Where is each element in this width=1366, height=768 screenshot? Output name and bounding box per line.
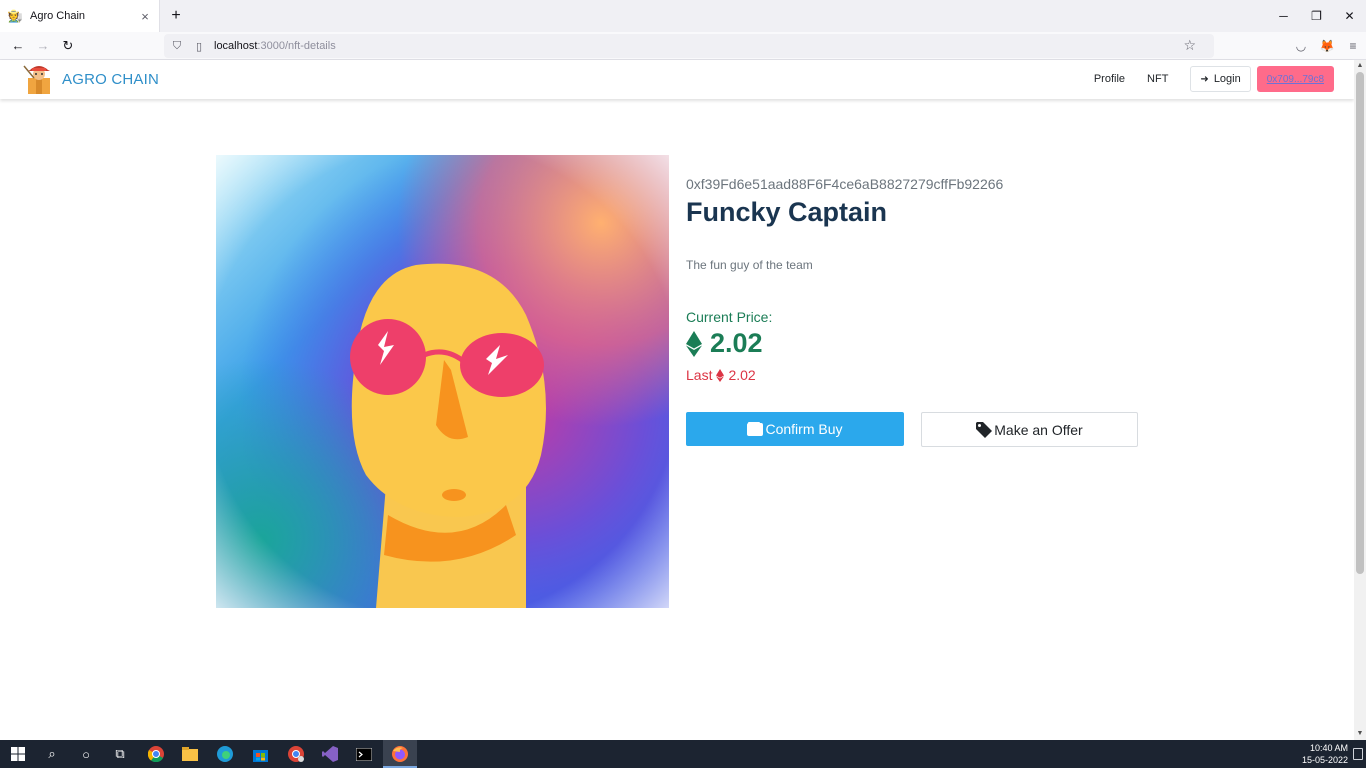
- nft-details: 0xf39Fd6e51aad88F6F4ce6aB8827279cffFb922…: [686, 176, 1146, 447]
- new-tab-button[interactable]: +: [166, 6, 186, 26]
- clock-time: 10:40 AM: [1309, 743, 1348, 753]
- tab-close-icon[interactable]: ×: [135, 9, 155, 24]
- bookmark-star-icon[interactable]: ☆: [1183, 37, 1196, 54]
- pocket-icon[interactable]: ◡: [1288, 39, 1314, 53]
- sign-in-icon: ➜: [1200, 73, 1209, 85]
- last-price-value: 2.02: [728, 367, 756, 383]
- restore-button[interactable]: ❐: [1300, 0, 1333, 32]
- firefox-icon[interactable]: [390, 744, 410, 764]
- tab-title: Agro Chain: [30, 10, 86, 22]
- nft-artwork-image: [216, 155, 669, 608]
- cortana-icon[interactable]: ○: [76, 744, 96, 764]
- nft-title: Funcky Captain: [686, 197, 888, 227]
- browser-toolbar: ← → ↻ ⛉ ▯ localhost:3000/nft-details ☆ ◡…: [0, 32, 1366, 60]
- windows-start-icon[interactable]: [8, 744, 28, 764]
- task-view-icon[interactable]: ⧉: [110, 744, 130, 764]
- edge-icon[interactable]: [215, 744, 235, 764]
- page-scrollbar[interactable]: ▲ ▼: [1354, 60, 1366, 740]
- terminal-icon[interactable]: [354, 744, 374, 764]
- close-window-button[interactable]: ✕: [1333, 0, 1366, 32]
- url-text[interactable]: localhost:3000/nft-details: [214, 40, 336, 52]
- chrome-icon[interactable]: [146, 744, 166, 764]
- login-button[interactable]: ➜ Login: [1190, 66, 1251, 92]
- system-clock[interactable]: 10:40 AM 15-05-2022: [1302, 742, 1348, 766]
- price-value: 2.02: [710, 328, 763, 358]
- page-info-icon[interactable]: ▯: [192, 40, 206, 53]
- scroll-down-icon[interactable]: ▼: [1354, 728, 1366, 740]
- last-price: Last 2.02: [686, 367, 756, 383]
- current-price: 2.02: [686, 328, 763, 359]
- login-label: Login: [1213, 73, 1241, 85]
- url-path: :3000/nft-details: [257, 40, 336, 52]
- current-price-label: Current Price:: [686, 309, 773, 325]
- back-icon[interactable]: ←: [8, 36, 28, 56]
- agro-chain-favicon-icon: 🧑‍🌾: [7, 9, 23, 23]
- forward-icon[interactable]: →: [33, 36, 53, 56]
- wallet-address-button[interactable]: 0x709...79c8: [1256, 66, 1334, 92]
- browser-tab[interactable]: 🧑‍🌾 Agro Chain ×: [0, 0, 160, 32]
- make-offer-button[interactable]: Make an Offer: [921, 412, 1138, 447]
- ethereum-icon: [686, 330, 702, 357]
- tracking-shield-icon[interactable]: ⛉: [170, 40, 184, 53]
- reload-icon[interactable]: ↻: [58, 36, 78, 56]
- farmer-logo-icon: [22, 64, 56, 94]
- chrome-profile-icon[interactable]: [286, 744, 306, 764]
- confirm-buy-button[interactable]: Confirm Buy: [686, 412, 904, 446]
- brand-link[interactable]: AGRO CHAIN: [22, 64, 159, 94]
- minimize-button[interactable]: ─: [1267, 0, 1300, 32]
- confirm-buy-label: Confirm Buy: [765, 421, 843, 437]
- window-controls: ─ ❐ ✕: [1267, 0, 1366, 32]
- site-nav: Profile NFT ➜ Login 0x709...79c8: [1094, 66, 1334, 92]
- url-host: localhost: [214, 40, 258, 52]
- wallet-icon: [747, 422, 764, 436]
- metamask-fox-icon[interactable]: 🦊: [1314, 39, 1340, 53]
- menu-hamburger-icon[interactable]: ≡: [1340, 39, 1366, 53]
- make-offer-label: Make an Offer: [994, 421, 1083, 438]
- nav-profile-link[interactable]: Profile: [1094, 73, 1125, 85]
- wallet-address: 0x709...79c8: [1266, 73, 1324, 85]
- os-taskbar: ⌕ ○ ⧉ 10:40 AM 15-05-2022: [0, 740, 1366, 768]
- last-price-label: Last: [686, 367, 713, 383]
- notification-icon[interactable]: [1353, 748, 1363, 760]
- url-bar[interactable]: ⛉ ▯ localhost:3000/nft-details ☆: [164, 34, 1214, 58]
- store-icon[interactable]: [250, 744, 270, 764]
- search-icon[interactable]: ⌕: [42, 744, 62, 764]
- browser-tab-bar: 🧑‍🌾 Agro Chain × + ─ ❐ ✕: [0, 0, 1366, 32]
- owner-address: 0xf39Fd6e51aad88F6F4ce6aB8827279cffFb922…: [686, 176, 1004, 192]
- clock-date: 15-05-2022: [1301, 755, 1348, 765]
- visual-studio-icon[interactable]: [320, 744, 340, 764]
- nav-nft-link[interactable]: NFT: [1147, 73, 1168, 85]
- scroll-up-icon[interactable]: ▲: [1354, 60, 1366, 72]
- file-explorer-icon[interactable]: [180, 744, 200, 764]
- ethereum-small-icon: [716, 368, 725, 382]
- nft-description: The fun guy of the team: [686, 258, 813, 272]
- site-header: AGRO CHAIN Profile NFT ➜ Login 0x709...7…: [0, 60, 1354, 99]
- toolbar-right: ◡ 🦊 ≡: [1288, 34, 1366, 58]
- brand-name: AGRO CHAIN: [62, 70, 160, 88]
- scroll-thumb[interactable]: [1356, 72, 1364, 574]
- tag-icon: [976, 421, 993, 438]
